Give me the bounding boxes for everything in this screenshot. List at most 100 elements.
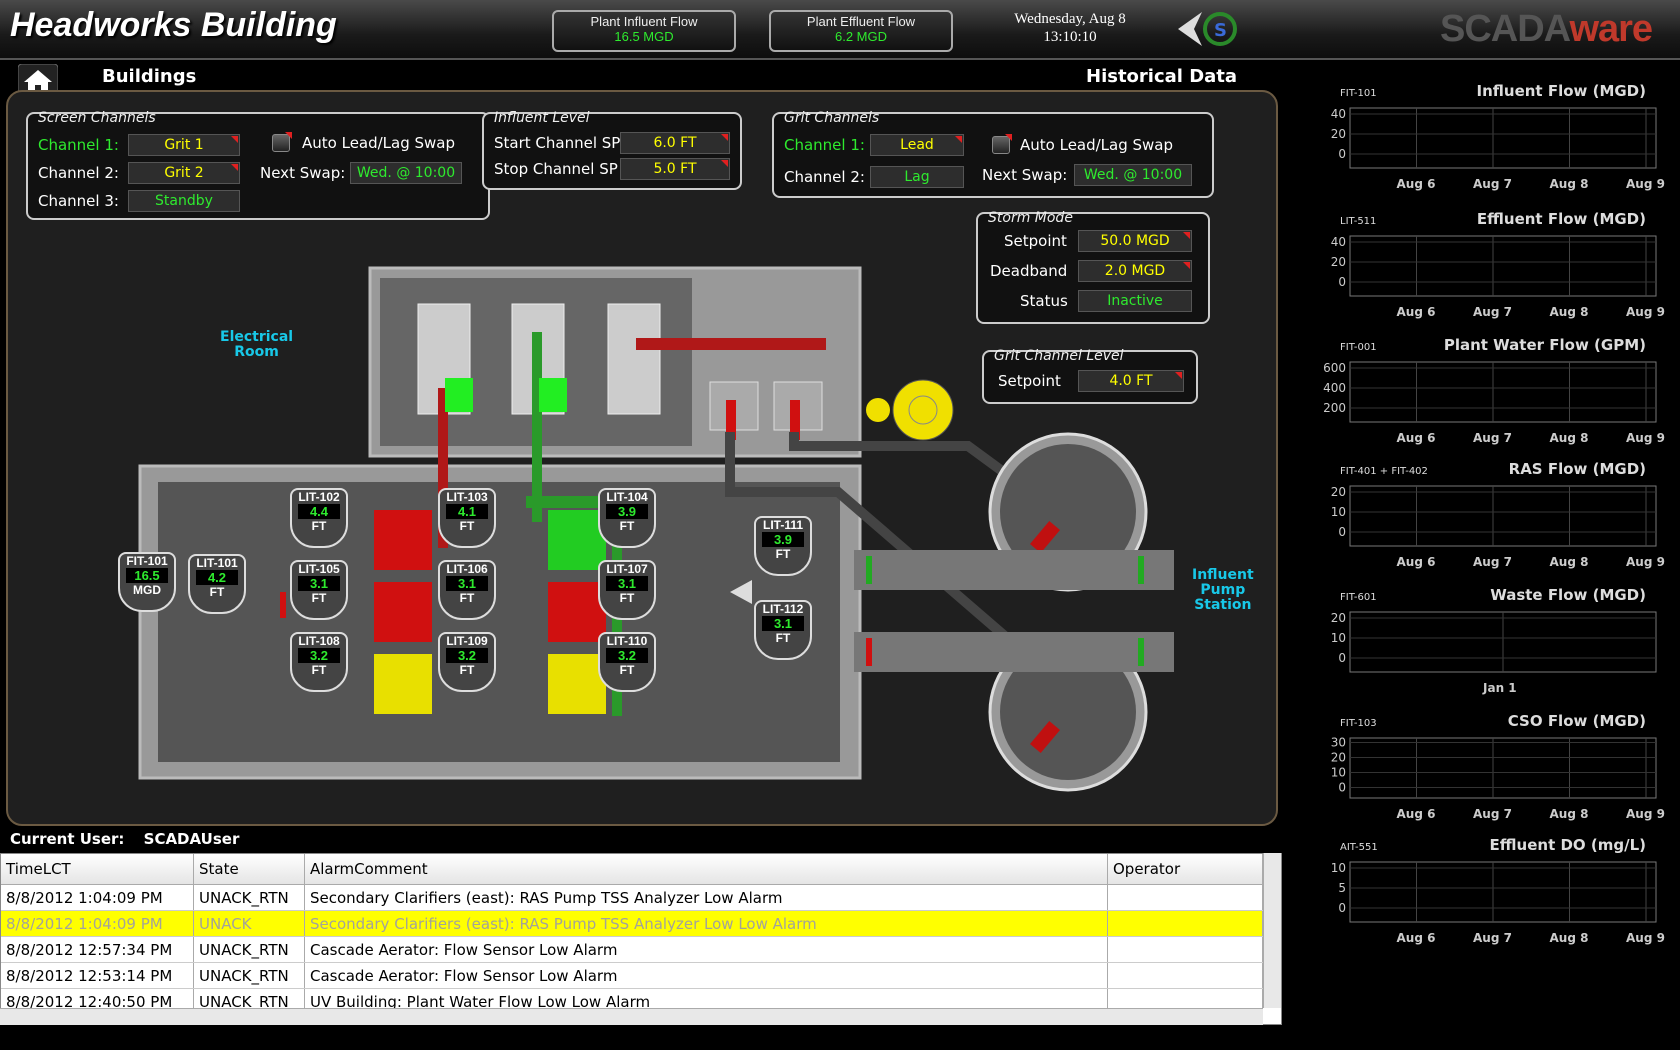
trend-lit-511[interactable]: LIT-511 Effluent Flow (MGD) Aug 6 Aug 7 Aug … [1310,210,1670,334]
stop-channel-field[interactable]: 5.0 FT [620,158,730,180]
alarm-row[interactable]: 8/8/2012 1:04:09 PM UNACK_RTN Secondary Cl… [1,884,1263,911]
instrument-lit-105[interactable]: LIT-105 3.1 FT [290,560,348,620]
instrument-lit-102[interactable]: LIT-102 4.4 FT [290,488,348,548]
grit-ch1-label: Channel 1: [784,136,865,154]
grit-next-swap-field[interactable]: Wed. @ 10:00 [1074,164,1192,186]
instrument-lit-110[interactable]: LIT-110 3.2 FT [598,632,656,692]
instrument-value: 3.2 [298,648,340,663]
plant-influent-label: Plant Influent Flow [590,14,698,29]
alarm-time: 8/8/2012 1:04:09 PM [1,910,194,937]
instrument-lit-109[interactable]: LIT-109 3.2 FT [438,632,496,692]
x-tick: Aug 9 [1626,555,1665,569]
grit-auto-swap-checkbox[interactable] [992,134,1012,154]
x-tick: Aug 8 [1550,177,1589,191]
instrument-value: 3.1 [762,616,804,631]
alarm-row[interactable]: 8/8/2012 1:04:09 PM UNACK Secondary Clarif… [1,910,1263,937]
influent-pump-station-link[interactable]: Influent Pump Station [1192,568,1254,613]
trend-fit-101[interactable]: FIT-101 Influent Flow (MGD) Aug 6 Aug 7 Aug … [1310,82,1670,206]
outlet-channel-2 [854,632,1174,672]
col-time[interactable]: TimeLCT [1,854,194,885]
x-tick: Aug 8 [1550,431,1589,445]
alarm-operator [1107,936,1263,963]
col-comment[interactable]: AlarmComment [304,854,1108,885]
instrument-lit-107[interactable]: LIT-107 3.1 FT [598,560,656,620]
screen-ch2-label: Channel 2: [38,164,119,182]
screen-ch1-field[interactable]: Grit 1 [128,134,240,156]
x-tick: Aug 7 [1473,305,1512,319]
x-tick: Aug 9 [1626,807,1665,821]
x-tick: Aug 6 [1397,431,1436,445]
instrument-unit: FT [311,591,327,605]
instrument-unit: FT [619,663,635,677]
page-title: Headworks Building [10,6,337,44]
instrument-tag: LIT-101 [196,556,238,570]
back-logo-icon[interactable]: S [1172,8,1242,50]
instrument-unit: FT [311,519,327,533]
alarm-row[interactable]: 8/8/2012 12:57:34 PM UNACK_RTN Cascade Aer… [1,936,1263,963]
instrument-value: 3.1 [446,576,488,591]
instrument-tag: LIT-112 [762,602,804,616]
trend-fit-401-fit-402[interactable]: FIT-401 + FIT-402 RAS Flow (MGD) Aug 6 Aug … [1310,460,1670,584]
screen-auto-swap-checkbox[interactable] [272,132,292,152]
trend-fit-601[interactable]: FIT-601 Waste Flow (MGD) Jan 1 20 10 0 [1310,586,1670,710]
alarm-vertical-scrollbar[interactable] [1263,853,1281,1008]
grit-ch1-field[interactable]: Lead [870,134,964,156]
x-tick: Aug 6 [1397,555,1436,569]
electrical-room-label[interactable]: Electrical Room [220,330,293,360]
y-tick: 20 [1331,255,1346,269]
grit-ch2-field[interactable]: Lag [870,166,964,188]
instrument-lit-103[interactable]: LIT-103 4.1 FT [438,488,496,548]
x-tick: Aug 6 [1397,807,1436,821]
instrument-unit: FT [619,591,635,605]
instrument-value: 3.1 [606,576,648,591]
influent-level-title: Influent Level [494,110,590,126]
instrument-lit-111[interactable]: LIT-111 3.9 FT [754,516,812,576]
instrument-fit-101[interactable]: FIT-101 16.5 MGD [118,552,176,612]
trend-fit-103[interactable]: FIT-103 CSO Flow (MGD) Aug 6 Aug 7 Aug 8 Aug … [1310,712,1670,836]
instrument-lit-101[interactable]: LIT-101 4.2 FT [188,554,246,614]
alarm-time: 8/8/2012 1:04:09 PM [1,884,194,911]
start-channel-field[interactable]: 6.0 FT [620,132,730,154]
instrument-lit-106[interactable]: LIT-106 3.1 FT [438,560,496,620]
conveyor-top [636,338,826,350]
alarm-row[interactable]: 8/8/2012 12:53:14 PM UNACK_RTN Cascade Aer… [1,962,1263,989]
x-tick: Aug 9 [1626,177,1665,191]
instrument-lit-104[interactable]: LIT-104 3.9 FT [598,488,656,548]
instrument-tag: LIT-104 [606,490,648,504]
screen-ch3-field[interactable]: Standby [128,190,240,212]
alarm-comment: Cascade Aerator: Flow Sensor Low Alarm [304,962,1108,989]
buildings-link[interactable]: Buildings [102,66,196,87]
historical-data-link[interactable]: Historical Data [1086,66,1237,87]
storm-status-label: Status [1020,292,1068,310]
x-tick: Aug 7 [1473,931,1512,945]
blower-motor [866,398,890,422]
storm-setpoint-field[interactable]: 50.0 MGD [1078,230,1192,252]
instrument-unit: FT [311,663,327,677]
instrument-value: 16.5 [126,568,168,583]
screen-channels-title: Screen Channels [38,110,156,126]
col-operator[interactable]: Operator [1107,854,1263,885]
storm-deadband-field[interactable]: 2.0 MGD [1078,260,1192,282]
x-tick: Jan 1 [1482,681,1517,695]
alarm-horizontal-scrollbar[interactable] [0,1008,1263,1025]
alarm-state: UNACK [193,910,305,937]
date-text: Wednesday, Aug 8 [1014,11,1126,27]
grit-level-title: Grit Channel Level [994,348,1124,364]
y-tick: 0 [1338,901,1346,915]
x-tick: Aug 8 [1550,305,1589,319]
y-tick: 10 [1331,631,1346,645]
screen-ch2-field[interactable]: Grit 2 [128,162,240,184]
gate-v4 [1138,556,1144,584]
trend-ait-551[interactable]: AIT-551 Effluent DO (mg/L) Aug 6 Aug 7 Aug 8… [1310,836,1670,960]
grit-unit-3 [374,654,432,714]
instrument-value: 3.9 [762,532,804,547]
trend-fit-001[interactable]: FIT-001 Plant Water Flow (GPM) Aug 6 Aug 7A… [1310,336,1670,460]
instrument-lit-112[interactable]: LIT-112 3.1 FT [754,600,812,660]
col-state[interactable]: State [193,854,305,885]
instrument-lit-108[interactable]: LIT-108 3.2 FT [290,632,348,692]
screen-next-swap-field[interactable]: Wed. @ 10:00 [350,162,462,184]
grit-level-setpoint-field[interactable]: 4.0 FT [1078,370,1184,392]
storm-mode-group: Storm Mode Setpoint 50.0 MGD Deadband 2.… [976,210,1210,324]
instrument-value: 3.9 [606,504,648,519]
instrument-unit: FT [459,519,475,533]
